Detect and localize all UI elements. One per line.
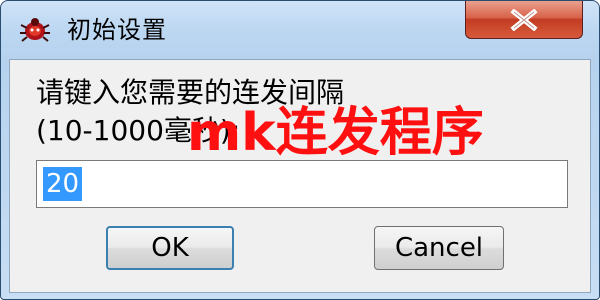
cancel-button[interactable]: Cancel bbox=[374, 226, 504, 270]
interval-input[interactable]: 20 bbox=[36, 160, 568, 208]
watermark-text: mk连发程序 bbox=[187, 103, 484, 163]
window-title: 初始设置 bbox=[67, 16, 167, 44]
close-button[interactable] bbox=[465, 1, 583, 39]
ok-button[interactable]: OK bbox=[106, 226, 234, 270]
dialog-window: 初始设置 请键入您需要的连发间隔 (10-1000毫秒): 20 OK Canc… bbox=[0, 0, 600, 300]
close-icon bbox=[466, 1, 582, 38]
dialog-body: 请键入您需要的连发间隔 (10-1000毫秒): 20 OK Cancel bbox=[9, 59, 591, 293]
bug-icon bbox=[20, 18, 50, 42]
title-bar[interactable]: 初始设置 bbox=[1, 1, 599, 57]
interval-input-value: 20 bbox=[43, 167, 83, 201]
